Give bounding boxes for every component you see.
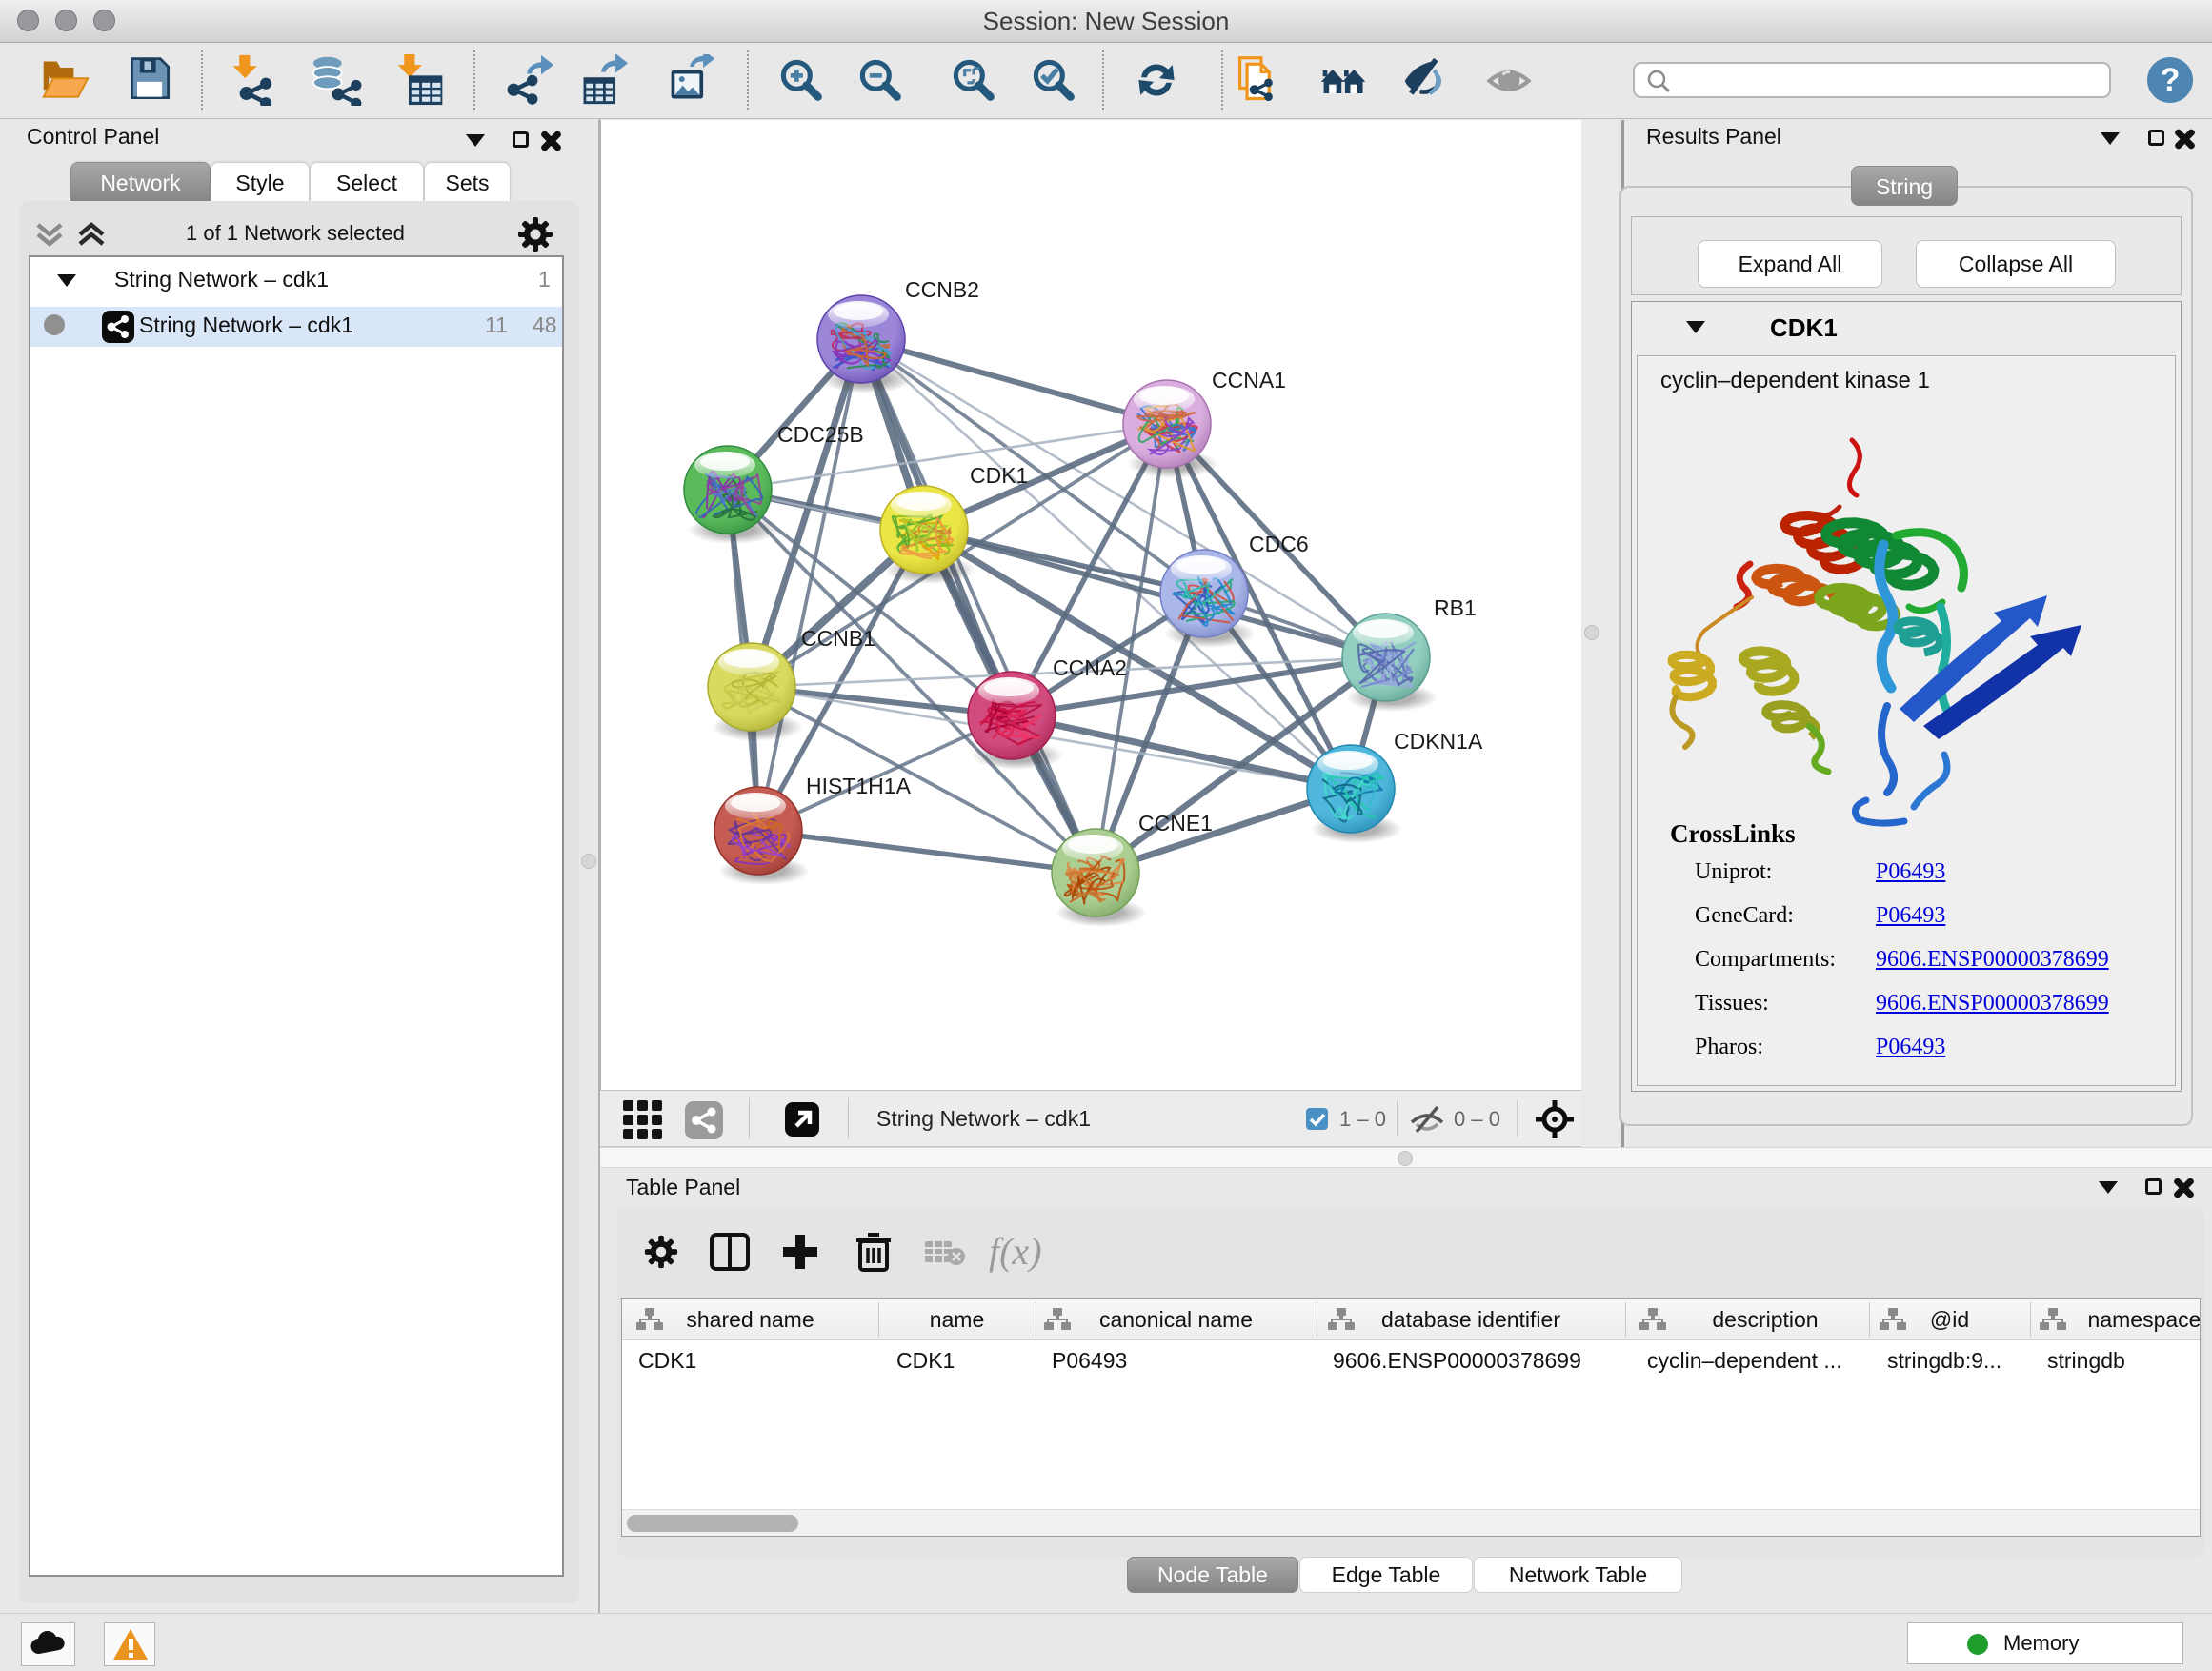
svg-text:CDC6: CDC6: [1249, 532, 1309, 556]
svg-text:RB1: RB1: [1434, 595, 1477, 620]
svg-text:CDC25B: CDC25B: [777, 422, 864, 447]
svg-text:CCNB1: CCNB1: [801, 626, 875, 651]
svg-text:CCNA1: CCNA1: [1212, 368, 1286, 393]
svg-text:HIST1H1A: HIST1H1A: [806, 774, 912, 798]
svg-text:CDKN1A: CDKN1A: [1394, 729, 1483, 754]
svg-text:CCNE1: CCNE1: [1138, 811, 1213, 836]
svg-text:CDK1: CDK1: [970, 463, 1028, 488]
svg-text:CCNA2: CCNA2: [1053, 655, 1127, 680]
svg-text:CCNB2: CCNB2: [905, 277, 979, 302]
